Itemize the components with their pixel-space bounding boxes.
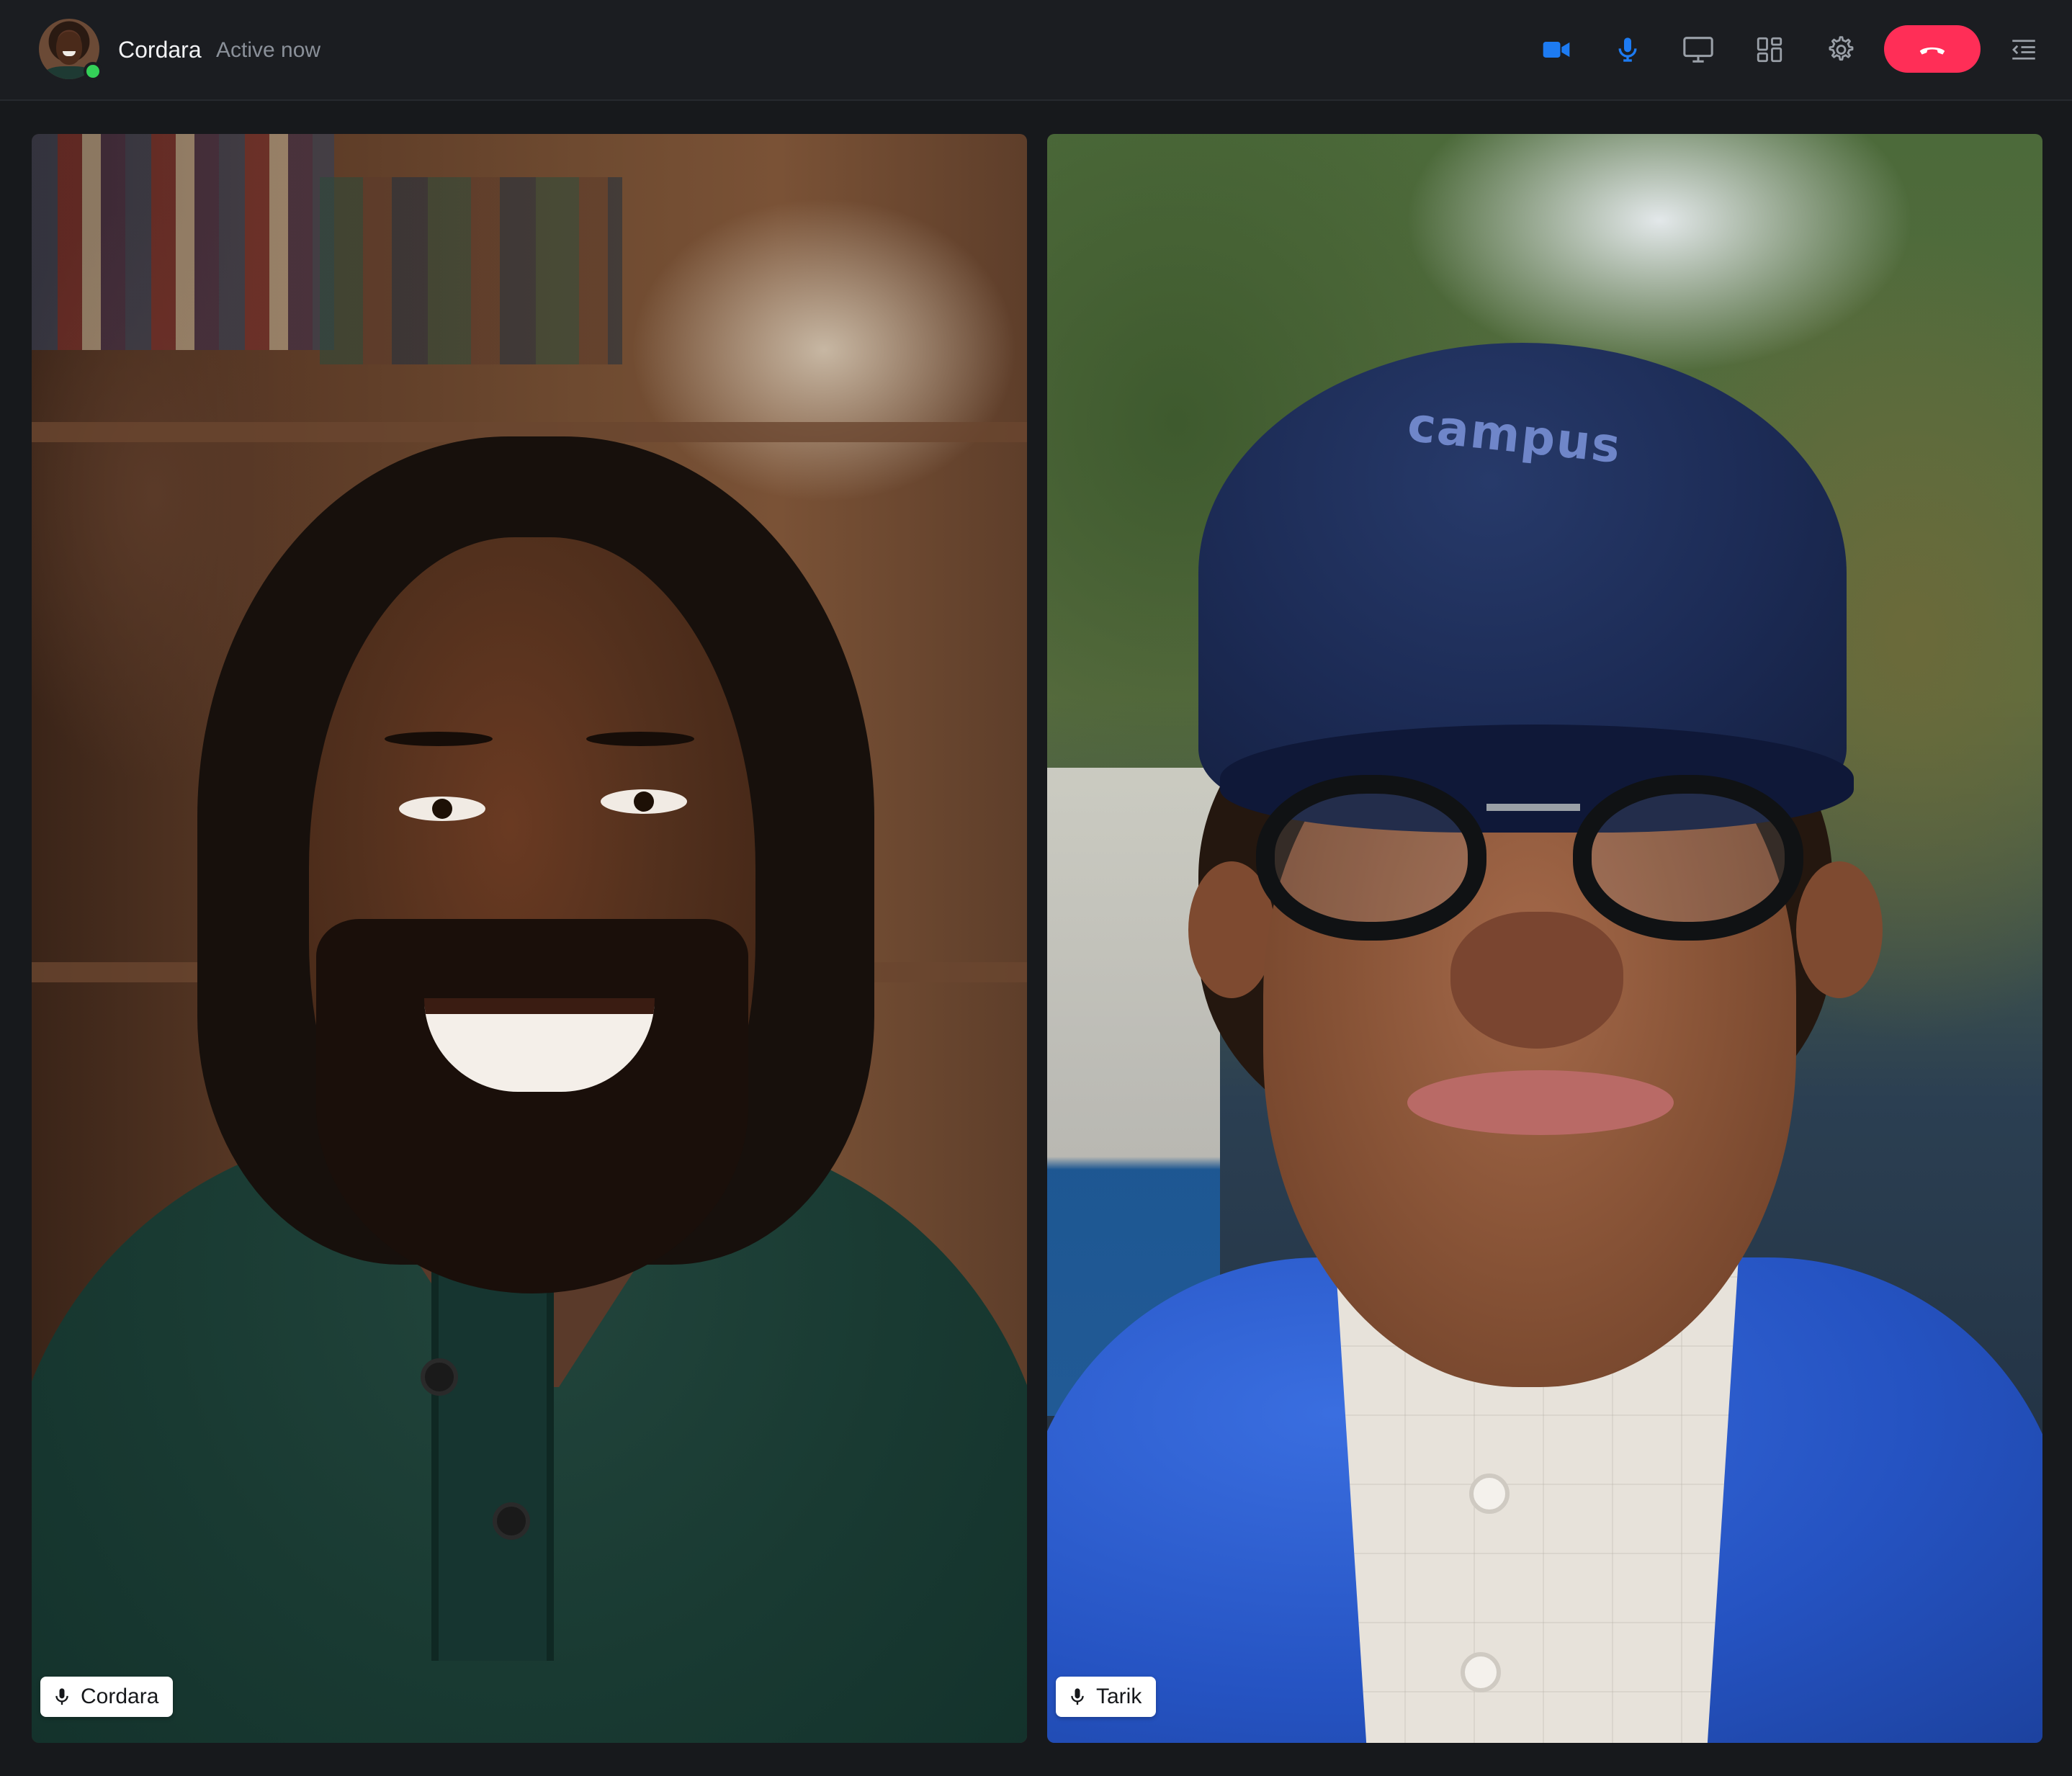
online-status-dot (84, 62, 102, 81)
layout-toggle-button[interactable] (1747, 27, 1792, 72)
beard (316, 919, 748, 1293)
microphone-icon (1618, 37, 1637, 62)
gear-icon (1829, 36, 1854, 61)
grid-layout-icon (1757, 37, 1782, 63)
collapse-panel-icon (2012, 40, 2035, 60)
microphone-icon (55, 1688, 68, 1705)
camera-toggle-button[interactable] (1534, 27, 1579, 72)
screen-share-button[interactable] (1676, 27, 1721, 72)
participant-name-tag: Tarik (1056, 1677, 1157, 1717)
video-tile-cordara[interactable]: Cordara (32, 134, 1027, 1743)
microphone-toggle-button[interactable] (1605, 27, 1650, 72)
video-tile-tarik[interactable]: campus Tarik (1047, 134, 2042, 1743)
mouth (1407, 1070, 1674, 1135)
video-camera-icon (1543, 42, 1570, 58)
monitor-icon (1683, 37, 1713, 63)
end-call-button[interactable] (1884, 25, 1981, 73)
settings-button[interactable] (1818, 27, 1862, 72)
caller-avatar-container[interactable] (39, 19, 102, 81)
video-call-app: Cordara Active now Cordara campus Tarik (0, 0, 2072, 1776)
call-header: Cordara Active now (0, 0, 2072, 101)
nose (1450, 912, 1623, 1049)
microphone-icon (1071, 1688, 1084, 1705)
participant-name-tag: Cordara (40, 1677, 174, 1717)
side-panel-toggle-button[interactable] (2001, 27, 2046, 72)
participant-name: Cordara (81, 1685, 159, 1708)
participant-name: Tarik (1096, 1685, 1142, 1708)
caller-name: Cordara (118, 37, 202, 63)
caller-status: Active now (216, 38, 321, 62)
phone-hangup-icon (1919, 47, 1945, 55)
